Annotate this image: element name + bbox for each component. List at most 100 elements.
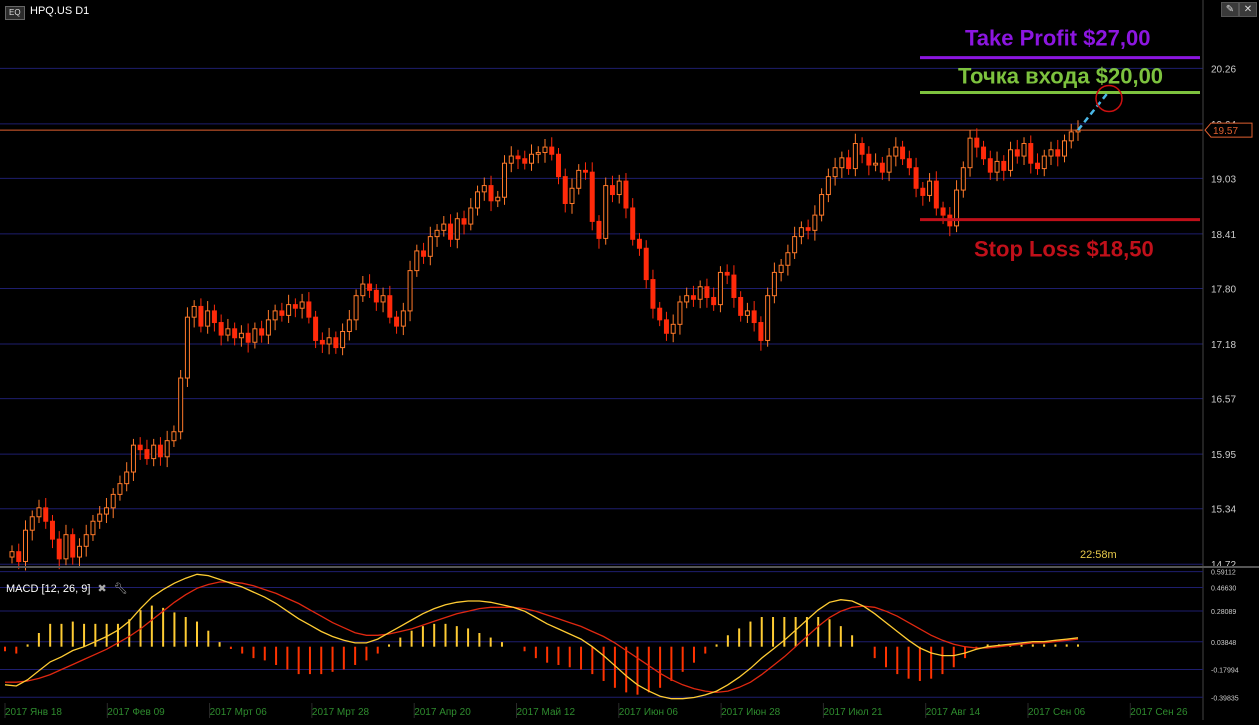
candle-body: [758, 322, 764, 341]
candle: [1014, 139, 1020, 164]
candle-body: [690, 295, 696, 300]
chart-window: Take Profit $27,00 Точка входа $20,00 Stop…: [0, 0, 1259, 720]
candle-body: [994, 160, 1000, 173]
candle-body: [1001, 160, 1007, 171]
candle: [744, 302, 750, 323]
close-icon[interactable]: ✖: [97, 583, 106, 595]
candle: [609, 175, 615, 203]
candle-body: [886, 155, 892, 173]
candle-body: [839, 157, 845, 169]
candle-body: [346, 319, 352, 332]
candle: [886, 147, 892, 182]
candle-body: [495, 196, 501, 202]
candle: [987, 150, 993, 180]
price-tick-label: 19.03: [1211, 174, 1236, 185]
candle-body: [765, 295, 771, 341]
macd-tick-label: 0.28089: [1211, 609, 1236, 616]
price-tick-label: 17.80: [1211, 285, 1236, 296]
candle-body: [717, 271, 723, 306]
candle: [272, 304, 278, 331]
candle-body: [596, 220, 602, 239]
candle: [913, 157, 919, 198]
candle: [151, 438, 157, 467]
candle-body: [906, 158, 912, 169]
candle: [717, 266, 723, 313]
candle-body: [333, 337, 339, 349]
candle: [124, 462, 130, 492]
candle-body: [873, 162, 879, 166]
candle: [184, 307, 190, 387]
price-tick-label: 18.41: [1211, 230, 1236, 241]
candle: [535, 146, 541, 164]
candle: [76, 538, 82, 566]
candle: [582, 162, 588, 180]
date-axis: 2017 Янв 18 2017 Фев 09 2017 Мрт 06 2017 Мр…: [4, 703, 1188, 718]
macd-tick-label: 0.59112: [1211, 570, 1236, 577]
edit-icon[interactable]: ✎: [1221, 2, 1239, 17]
candle-body: [960, 167, 966, 191]
close-icon[interactable]: ✕: [1239, 2, 1257, 17]
candle: [326, 327, 332, 355]
candle: [663, 311, 669, 341]
candle: [859, 137, 865, 164]
candle: [16, 543, 22, 570]
candle-body: [589, 171, 595, 222]
candle: [468, 198, 474, 231]
date-tick-label: 2017 Мрт 06: [210, 707, 268, 718]
candle: [798, 221, 804, 245]
candle: [198, 298, 204, 333]
candle: [394, 310, 400, 334]
candle-body: [893, 146, 899, 157]
candle-body: [400, 310, 406, 327]
date-tick-label: 2017 Апр 20: [414, 707, 471, 718]
candle-body: [825, 176, 831, 196]
candle: [623, 173, 629, 219]
candle-body: [515, 155, 521, 160]
candle: [515, 149, 521, 170]
trading-chart[interactable]: Take Profit $27,00 Точка входа $20,00 Stop…: [0, 0, 1259, 720]
candle: [333, 331, 339, 354]
candle-body: [1014, 149, 1020, 157]
candle-body: [609, 185, 615, 196]
candle-body: [191, 305, 197, 318]
candle-body: [549, 146, 555, 155]
candle-body: [927, 180, 933, 196]
price-tick-label: 16.57: [1211, 395, 1236, 406]
candle: [211, 304, 217, 332]
candle: [960, 161, 966, 198]
eq-badge[interactable]: EQ: [5, 6, 25, 20]
candle: [488, 175, 494, 212]
candle-body: [630, 207, 636, 240]
candle: [542, 139, 548, 163]
candle-body: [933, 180, 939, 209]
candle-body: [265, 319, 271, 336]
candle-body: [407, 270, 413, 312]
candle-body: [1028, 143, 1034, 164]
candle: [771, 262, 777, 304]
candle-body: [778, 264, 784, 273]
candle: [954, 180, 960, 233]
candle-body: [184, 316, 190, 379]
candle: [292, 298, 298, 318]
candle: [421, 242, 427, 264]
candle: [407, 260, 413, 322]
candle: [36, 499, 42, 524]
candle-body: [529, 153, 535, 164]
candle-body: [110, 493, 116, 509]
candle-body: [164, 440, 170, 458]
candle-body: [900, 146, 906, 160]
candle-body: [603, 185, 609, 239]
candle-body: [380, 295, 386, 303]
wrench-icon[interactable]: 🔧︎: [114, 583, 128, 595]
candle: [839, 151, 845, 178]
macd-tick-label: -0.17994: [1211, 668, 1239, 675]
candle-body: [771, 271, 777, 297]
candles: [9, 120, 1081, 571]
candle-body: [744, 310, 750, 316]
candle: [265, 310, 271, 345]
candle: [387, 285, 393, 324]
candle: [751, 301, 757, 332]
candle-body: [306, 301, 312, 318]
candle: [684, 287, 690, 309]
candle-body: [711, 296, 717, 306]
